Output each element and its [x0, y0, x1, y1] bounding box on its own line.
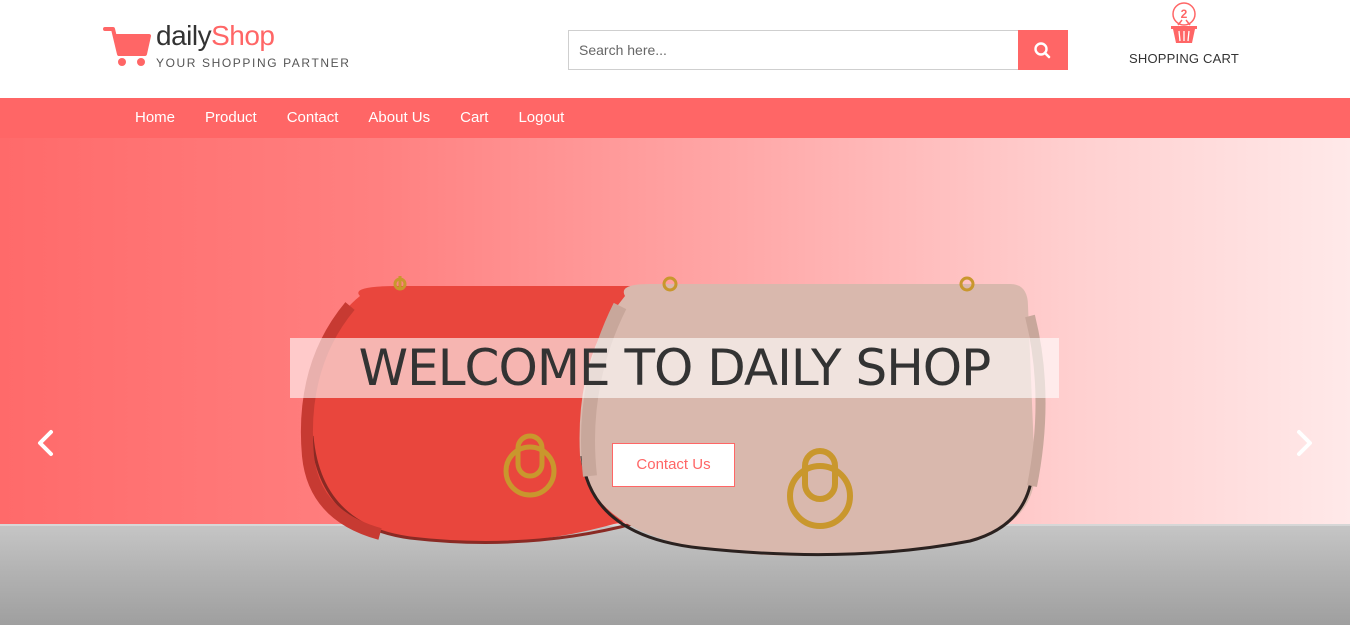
search-input[interactable] [568, 30, 1018, 70]
nav-item-about-us[interactable]: About Us [353, 98, 445, 138]
slide-handbags-image [300, 276, 1046, 557]
nav-item-cart[interactable]: Cart [445, 98, 503, 138]
nav-item-product[interactable]: Product [190, 98, 272, 138]
search-bar [568, 30, 1068, 70]
nav-item-logout[interactable]: Logout [503, 98, 579, 138]
shopping-cart-label: SHOPPING CART [1129, 51, 1239, 66]
hero-slider: WELCOME TO DAILY SHOP Contact Us [0, 138, 1350, 625]
chevron-right-icon[interactable] [1290, 428, 1318, 458]
slide-title: WELCOME TO DAILY SHOP [290, 338, 1059, 398]
main-navbar: Home Product Contact About Us Cart Logou… [0, 98, 1350, 138]
site-logo[interactable]: dailyShop YOUR SHOPPING PARTNER [103, 20, 353, 75]
brand-name-part2: Shop [211, 20, 275, 51]
cart-count-badge: 2 [1180, 7, 1188, 21]
nav-item-home[interactable]: Home [120, 98, 190, 138]
search-icon [1034, 42, 1051, 59]
shopping-cart-icon [103, 27, 151, 66]
shopping-cart-link[interactable]: 2 SHOPPING CART [1118, 2, 1250, 72]
contact-us-button[interactable]: Contact Us [612, 443, 735, 487]
chevron-left-icon[interactable] [32, 428, 60, 458]
nav-item-contact[interactable]: Contact [272, 98, 354, 138]
brand-name: dailyShop [156, 20, 275, 52]
main-nav: Home Product Contact About Us Cart Logou… [120, 98, 579, 138]
site-header: dailyShop YOUR SHOPPING PARTNER 2 SHOPPI… [0, 0, 1350, 98]
brand-name-part1: daily [156, 20, 212, 51]
search-button[interactable] [1018, 30, 1068, 70]
brand-tagline: YOUR SHOPPING PARTNER [156, 56, 351, 70]
